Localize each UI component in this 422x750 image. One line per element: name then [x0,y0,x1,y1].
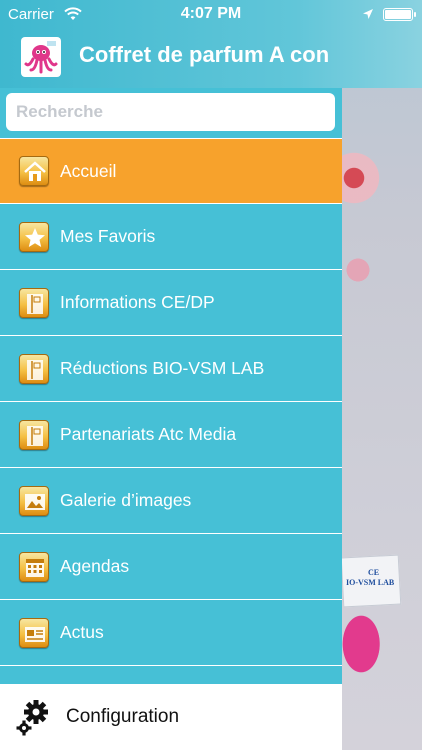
octopus-logo-icon [24,41,58,74]
menu-item-accueil[interactable]: Accueil [0,138,342,204]
blossom-image-2 [338,250,378,290]
status-bar: Carrier 4:07 PM [0,0,422,30]
app-header: Carrier 4:07 PM Coffret de parfum A con [0,0,422,88]
background-sign-line1: CE [368,568,380,577]
gallery-icon [19,485,49,516]
background-mascot [342,608,390,688]
star-icon [19,221,49,252]
page-title: Coffret de parfum A con [79,42,330,67]
menu-item-actus[interactable]: Actus [0,600,342,666]
menu-item-label: Partenariats Atc Media [60,424,237,444]
location-arrow-icon [363,9,373,19]
configuration-button[interactable]: Configuration [0,684,342,750]
search-bar [0,88,342,138]
background-sign-text: CE IO-VSM LAB [346,568,402,588]
menu-item-label: Galerie d’images [60,490,192,510]
battery-icon [383,8,416,21]
side-drawer: Accueil Mes Favoris Informations CE/DP [0,88,342,750]
menu-item-label: Informations CE/DP [60,292,215,312]
menu-item-label: Accueil [60,160,117,181]
news-icon [19,617,49,648]
drawer-menu: Accueil Mes Favoris Informations CE/DP R… [0,138,342,666]
menu-item-informations[interactable]: Informations CE/DP [0,270,342,336]
configuration-label: Configuration [66,706,180,727]
menu-item-label: Agendas [60,556,130,576]
home-icon [19,156,49,186]
menu-item-reductions[interactable]: Réductions BIO-VSM LAB [0,336,342,402]
app-logo[interactable] [21,37,61,77]
menu-item-favoris[interactable]: Mes Favoris [0,204,342,270]
menu-item-label: Réductions BIO-VSM LAB [60,358,265,378]
background-sign-line2: IO-VSM LAB [346,578,395,587]
menu-item-galerie[interactable]: Galerie d’images [0,468,342,534]
book-icon [19,353,49,384]
book-icon [19,419,49,450]
calendar-icon [19,551,49,582]
search-input[interactable] [6,93,335,131]
book-icon [19,287,49,318]
status-time: 4:07 PM [180,5,242,22]
menu-item-label: Mes Favoris [60,226,156,246]
menu-item-partenariats[interactable]: Partenariats Atc Media [0,402,342,468]
menu-item-agendas[interactable]: Agendas [0,534,342,600]
menu-item-label: Actus [60,622,104,642]
gear-icon [16,700,48,736]
